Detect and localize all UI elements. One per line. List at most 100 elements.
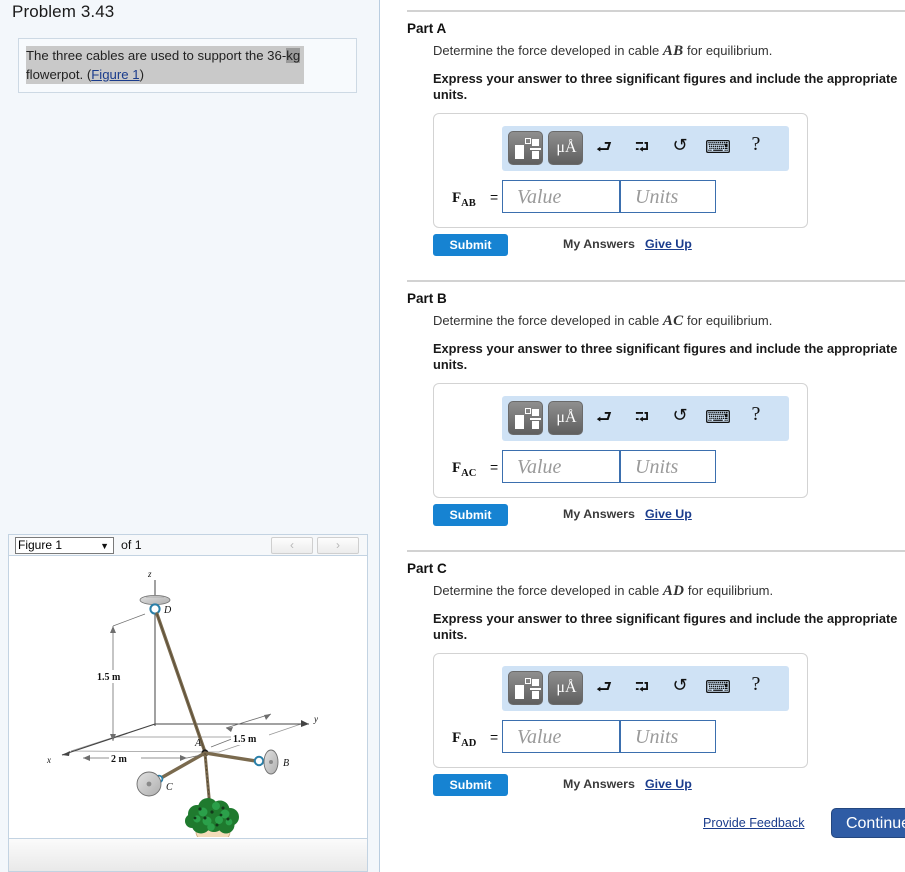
figure-panel: Figure 1 ▼ of 1 ‹ › z D x y A B C 1.5 m …	[8, 534, 368, 872]
part-a-submit-button[interactable]: Submit	[433, 234, 508, 256]
figure-count-label: of 1	[121, 538, 142, 552]
part-a-question: Determine the force developed in cable A…	[433, 42, 905, 60]
cable-name: AB	[662, 43, 684, 59]
figure-next-button[interactable]: ›	[317, 537, 359, 554]
equals-sign: =	[490, 189, 499, 205]
svg-text:y: y	[313, 714, 318, 724]
part-b-answer-row: FAC = Value Units	[434, 450, 807, 490]
cable-name: AD	[662, 583, 685, 599]
reset-icon[interactable]: ↺	[666, 135, 694, 156]
parts-panel: Part A Determine the force developed in …	[381, 0, 905, 872]
part-b-variable-label: FAC	[452, 460, 476, 479]
template-icon[interactable]	[508, 671, 543, 705]
undo-icon[interactable]: ⮐	[590, 135, 618, 165]
template-icon[interactable]	[508, 131, 543, 165]
part-b-units-input[interactable]: Units	[620, 450, 716, 483]
template-glyph	[515, 138, 541, 160]
part-c-math-toolbar: μÅ ⮐ ⮒ ↺ ⌨ ?	[502, 666, 789, 711]
question-text-post: for equilibrium.	[683, 313, 773, 328]
problem-statement-box: The three cables are used to support the…	[18, 38, 357, 93]
var-subscript: AC	[461, 468, 477, 479]
figure-canvas[interactable]: z D x y A B C 1.5 m 1.5 m 2 m	[8, 556, 368, 839]
part-c-submit-button[interactable]: Submit	[433, 774, 508, 796]
keyboard-icon[interactable]: ⌨	[704, 677, 732, 698]
part-b-my-answers-link[interactable]: My Answers	[563, 507, 635, 521]
part-b-submit-row: Submit My Answers Give Up	[433, 504, 905, 530]
equals-sign: =	[490, 459, 499, 475]
figure-prev-button[interactable]: ‹	[271, 537, 313, 554]
part-c-block: Part C Determine the force developed in …	[381, 561, 905, 800]
part-b-instruction: Express your answer to three significant…	[433, 341, 898, 372]
flowerpot-cable-diagram: z D x y A B C 1.5 m 1.5 m 2 m	[46, 569, 318, 838]
part-a-variable-label: FAB	[452, 190, 476, 209]
part-c-my-answers-link[interactable]: My Answers	[563, 777, 635, 791]
part-b-submit-button[interactable]: Submit	[433, 504, 508, 526]
figure-link[interactable]: Figure 1	[91, 67, 139, 82]
question-text-post: for equilibrium.	[684, 583, 774, 598]
svg-text:C: C	[166, 782, 173, 793]
equals-sign: =	[490, 729, 499, 745]
page-title: Problem 3.43	[12, 2, 115, 21]
redo-icon[interactable]: ⮒	[628, 675, 656, 705]
part-c-units-input[interactable]: Units	[620, 720, 716, 753]
part-a-label: Part A	[407, 21, 447, 36]
part-b-block: Part B Determine the force developed in …	[381, 291, 905, 530]
keyboard-icon[interactable]: ⌨	[704, 137, 732, 158]
part-b-value-input[interactable]: Value	[502, 450, 620, 483]
part-c-label: Part C	[407, 561, 447, 576]
part-c-question: Determine the force developed in cable A…	[433, 582, 905, 600]
help-icon[interactable]: ?	[742, 133, 770, 156]
question-text-pre: Determine the force developed in cable	[433, 313, 663, 328]
svg-text:z: z	[147, 569, 152, 579]
statement-part-3: )	[139, 67, 145, 82]
units-icon[interactable]: μÅ	[548, 401, 583, 435]
help-icon[interactable]: ?	[742, 673, 770, 696]
template-glyph	[515, 408, 541, 430]
svg-text:D: D	[163, 605, 172, 616]
part-c-value-input[interactable]: Value	[502, 720, 620, 753]
part-a-give-up-link[interactable]: Give Up	[645, 237, 692, 251]
units-icon[interactable]: μÅ	[548, 671, 583, 705]
svg-text:A: A	[194, 738, 202, 749]
help-icon[interactable]: ?	[742, 403, 770, 426]
redo-icon[interactable]: ⮒	[628, 405, 656, 435]
part-c-answer-box: μÅ ⮐ ⮒ ↺ ⌨ ? FAD = Value Units	[433, 653, 808, 768]
svg-text:1.5 m: 1.5 m	[233, 734, 257, 745]
part-a-value-input[interactable]: Value	[502, 180, 620, 213]
part-a-block: Part A Determine the force developed in …	[381, 21, 905, 260]
provide-feedback-link[interactable]: Provide Feedback	[703, 816, 805, 830]
part-c-variable-label: FAD	[452, 730, 476, 749]
statement-unit: kg	[286, 48, 301, 63]
part-a-submit-row: Submit My Answers Give Up	[433, 234, 905, 260]
reset-icon[interactable]: ↺	[666, 675, 694, 696]
var-subscript: AB	[461, 198, 476, 209]
part-b-label: Part B	[407, 291, 447, 306]
redo-icon[interactable]: ⮒	[628, 135, 656, 165]
svg-text:1.5 m: 1.5 m	[97, 672, 121, 683]
chevron-down-icon: ▼	[100, 541, 109, 551]
part-b-answer-box: μÅ ⮐ ⮒ ↺ ⌨ ? FAC = Value Units	[433, 383, 808, 498]
units-glyph-label: μÅ	[556, 409, 577, 426]
continue-button[interactable]: Continue	[831, 808, 905, 838]
problem-statement-text: The three cables are used to support the…	[26, 46, 304, 84]
part-a-math-toolbar: μÅ ⮐ ⮒ ↺ ⌨ ?	[502, 126, 789, 171]
part-a-my-answers-link[interactable]: My Answers	[563, 237, 635, 251]
reset-icon[interactable]: ↺	[666, 405, 694, 426]
part-b-question: Determine the force developed in cable A…	[433, 312, 905, 330]
template-icon[interactable]	[508, 401, 543, 435]
svg-text:2 m: 2 m	[111, 754, 128, 765]
question-text-pre: Determine the force developed in cable	[433, 43, 663, 58]
part-b-give-up-link[interactable]: Give Up	[645, 507, 692, 521]
divider	[407, 280, 905, 282]
part-a-units-input[interactable]: Units	[620, 180, 716, 213]
undo-icon[interactable]: ⮐	[590, 405, 618, 435]
units-icon[interactable]: μÅ	[548, 131, 583, 165]
var-base: F	[452, 460, 462, 476]
figure-select[interactable]: Figure 1 ▼	[15, 537, 114, 554]
undo-icon[interactable]: ⮐	[590, 675, 618, 705]
keyboard-icon[interactable]: ⌨	[704, 407, 732, 428]
part-c-give-up-link[interactable]: Give Up	[645, 777, 692, 791]
statement-part-1: The three cables are used to support the…	[26, 48, 287, 63]
svg-text:B: B	[283, 758, 289, 769]
svg-text:x: x	[46, 755, 51, 765]
